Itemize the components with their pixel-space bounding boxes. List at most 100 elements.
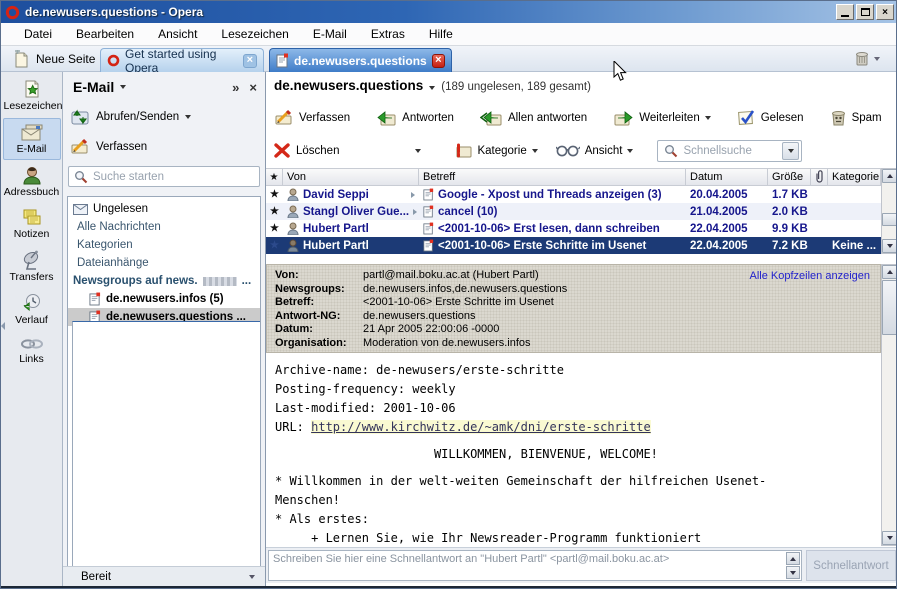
panel-search-input[interactable]: Suche starten <box>68 166 260 187</box>
reply-all-icon <box>480 110 503 126</box>
scroll-up-button[interactable] <box>882 169 897 183</box>
message-list-scrollbar[interactable] <box>881 168 897 254</box>
message-row[interactable]: ★ Hubert Partl <2001-10-06> Erst lesen, … <box>266 220 897 237</box>
thread-expander-icon[interactable] <box>413 209 417 215</box>
star-icon[interactable]: ★ <box>270 206 279 217</box>
status-dropdown-icon[interactable] <box>249 575 255 579</box>
sidebar-item-email[interactable]: E-Mail <box>3 118 61 160</box>
search-icon <box>664 144 678 158</box>
message-row[interactable]: ★ Stangl Oliver Gue... cancel (10) 21.04… <box>266 203 897 220</box>
scroll-down-button[interactable] <box>882 531 897 545</box>
tree-item-dateianhaenge[interactable]: Dateianhänge <box>68 254 260 272</box>
message-row-selected[interactable]: ★ Hubert Partl <2001-10-06> Erste Schrit… <box>266 237 897 254</box>
menu-datei[interactable]: Datei <box>13 24 63 44</box>
sidebar-item-links[interactable]: Links <box>3 332 61 370</box>
compose-button[interactable]: Verfassen <box>274 109 350 126</box>
category-button[interactable]: Kategorie <box>453 143 537 159</box>
tree-item-label: Alle Nachrichten <box>77 221 161 233</box>
column-datum[interactable]: Datum <box>686 169 768 185</box>
column-betreff[interactable]: Betreff <box>419 169 686 185</box>
column-flag[interactable]: ★ <box>266 169 283 185</box>
message-list: ★ Von Betreff Datum Größe Kategorie ★ Da… <box>266 168 897 254</box>
tab-get-started[interactable]: Get started using Opera × <box>100 48 264 72</box>
trash-dropdown-icon[interactable] <box>874 57 880 61</box>
scroll-down-button[interactable] <box>882 239 897 253</box>
menu-bearbeiten[interactable]: Bearbeiten <box>65 24 145 44</box>
close-button[interactable]: × <box>876 4 894 20</box>
scroll-up-button[interactable] <box>786 552 800 565</box>
tree-item-newsgroups-server[interactable]: Newsgroups auf news.... <box>68 272 260 290</box>
view-button[interactable]: Ansicht <box>556 144 634 157</box>
delete-button[interactable]: Löschen <box>274 143 339 158</box>
panel-close-icon[interactable]: × <box>249 80 257 95</box>
quicksearch-dropdown-button[interactable] <box>782 142 799 160</box>
menu-ansicht[interactable]: Ansicht <box>147 24 208 44</box>
spam-button[interactable]: Spam <box>830 109 882 126</box>
tab-de-newusers-questions[interactable]: de.newusers.questions × <box>269 48 452 72</box>
news-post-icon <box>89 292 101 306</box>
column-attachment[interactable] <box>811 169 828 185</box>
panel-expand-icon[interactable]: » <box>232 80 239 95</box>
news-post-icon <box>423 205 434 218</box>
mail-folder-tree: Ungelesen Alle Nachrichten Kategorien Da… <box>67 196 261 589</box>
tree-item-kategorien[interactable]: Kategorien <box>68 236 260 254</box>
tree-item-alle-nachrichten[interactable]: Alle Nachrichten <box>68 218 260 236</box>
menu-hilfe[interactable]: Hilfe <box>418 24 464 44</box>
collapse-down-icon[interactable] <box>72 321 261 589</box>
send-receive-button[interactable]: Abrufen/Senden <box>70 108 191 126</box>
scroll-down-button[interactable] <box>786 566 800 579</box>
panel-title[interactable]: E-Mail <box>73 79 114 95</box>
scrollbar-thumb[interactable] <box>882 213 897 226</box>
tree-item-ungelesen[interactable]: Ungelesen <box>68 200 260 218</box>
new-page-button[interactable]: Neue Seite <box>5 48 103 70</box>
view-dropdown-icon[interactable] <box>627 149 633 153</box>
thread-expander-icon[interactable] <box>411 192 415 198</box>
sidebar-item-transfers[interactable]: Transfers <box>3 246 61 288</box>
show-all-headers-link[interactable]: Alle Kopfzeilen anzeigen <box>750 270 870 282</box>
category-dropdown-icon[interactable] <box>532 149 538 153</box>
menu-lesezeichen[interactable]: Lesezeichen <box>210 24 299 44</box>
reply-all-button[interactable]: Allen antworten <box>480 110 587 126</box>
reply-button[interactable]: Antworten <box>376 110 454 126</box>
sidebar-item-adressbuch[interactable]: Adressbuch <box>3 161 61 203</box>
forward-button[interactable]: Weiterleiten <box>613 110 711 126</box>
message-row[interactable]: ★ David Seppi Google - Xpost und Threads… <box>266 186 897 203</box>
send-receive-dropdown-icon[interactable] <box>185 115 191 119</box>
menu-extras[interactable]: Extras <box>360 24 416 44</box>
tree-item-de-newusers-infos[interactable]: de.newusers.infos (5) <box>68 290 260 308</box>
star-icon[interactable]: ★ <box>270 223 279 234</box>
tab-close-icon[interactable]: × <box>432 54 445 68</box>
scroll-up-button[interactable] <box>882 265 897 279</box>
column-groesse[interactable]: Größe <box>768 169 811 185</box>
search-icon <box>74 170 88 184</box>
delete-dropdown-icon[interactable] <box>415 149 421 153</box>
minimize-button[interactable] <box>836 4 854 20</box>
header-label: Von: <box>275 269 363 283</box>
panel-collapse-handle[interactable] <box>1 309 7 343</box>
column-von[interactable]: Von <box>283 169 419 185</box>
trash-icon[interactable] <box>854 50 870 67</box>
forward-dropdown-icon[interactable] <box>705 116 711 120</box>
quick-reply-send-button[interactable]: Schnellantwort <box>806 550 896 581</box>
view-title[interactable]: de.newusers.questions <box>274 78 423 93</box>
panel-title-dropdown-icon[interactable] <box>120 85 126 89</box>
tree-item-ellipsis: ... <box>242 275 252 287</box>
star-icon[interactable]: ★ <box>270 189 279 200</box>
quick-reply-input[interactable] <box>268 550 802 581</box>
scrollbar-thumb[interactable] <box>882 280 897 335</box>
menu-email[interactable]: E-Mail <box>302 24 358 44</box>
message-view-scrollbar[interactable] <box>881 264 897 546</box>
window-title: de.newusers.questions - Opera <box>25 5 203 19</box>
maximize-button[interactable] <box>856 4 874 20</box>
star-icon[interactable]: ★ <box>270 240 279 251</box>
body-link[interactable]: http://www.kirchwitz.de/~amk/dni/erste-s… <box>311 420 651 434</box>
mark-read-button[interactable]: Gelesen <box>737 109 804 126</box>
sidebar-item-notizen[interactable]: Notizen <box>3 204 61 245</box>
column-kategorie[interactable]: Kategorie <box>828 169 881 185</box>
view-title-dropdown-icon[interactable] <box>429 86 435 90</box>
compose-button[interactable]: Verfassen <box>70 138 147 155</box>
sidebar-item-lesezeichen[interactable]: Lesezeichen <box>3 75 61 117</box>
tab-close-icon[interactable]: × <box>243 54 257 68</box>
quicksearch-input[interactable]: Schnellsuche <box>657 140 802 162</box>
sidebar-item-verlauf[interactable]: Verlauf <box>3 289 61 331</box>
